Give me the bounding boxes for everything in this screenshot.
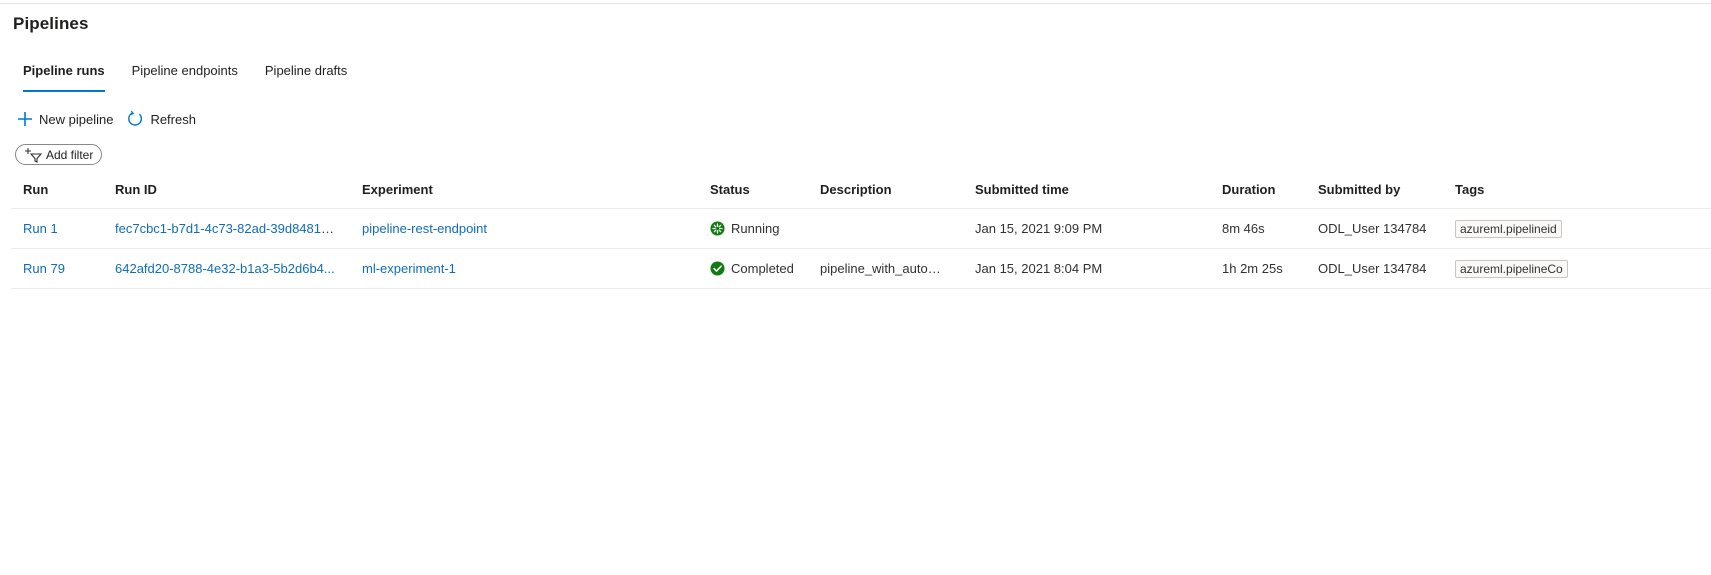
duration-cell: 8m 46s	[1210, 208, 1306, 249]
add-filter-icon	[25, 147, 43, 163]
column-header-run[interactable]: Run	[11, 170, 103, 209]
page-title: Pipelines	[13, 14, 89, 33]
description-cell	[808, 208, 963, 249]
check-circle-icon	[710, 261, 725, 276]
status-label: Completed	[731, 261, 794, 276]
description-cell: pipeline_with_automlst...	[808, 248, 963, 289]
pipelines-page: Pipelines Pipeline runs Pipeline endpoin…	[0, 0, 1711, 575]
run-link[interactable]: Run 1	[23, 221, 58, 236]
tab-pipeline-drafts[interactable]: Pipeline drafts	[258, 60, 354, 92]
table-header-row: Run Run ID Experiment Status Description…	[11, 170, 1711, 209]
column-header-experiment[interactable]: Experiment	[350, 170, 698, 209]
running-status-icon	[710, 221, 725, 236]
submitted-time-cell: Jan 15, 2021 9:09 PM	[963, 208, 1210, 249]
tab-list: Pipeline runs Pipeline endpoints Pipelin…	[16, 60, 367, 92]
table-row[interactable]: Run 79 642afd20-8788-4e32-b1a3-5b2d6b4..…	[11, 248, 1711, 289]
tag-chip[interactable]: azureml.pipelineCo	[1455, 259, 1568, 278]
submitted-by-cell: ODL_User 134784	[1306, 248, 1443, 289]
run-link[interactable]: Run 79	[23, 261, 65, 276]
pipeline-runs-table: Run Run ID Experiment Status Description…	[11, 170, 1711, 289]
status-cell: Completed	[710, 261, 796, 276]
top-divider	[0, 3, 1711, 4]
column-header-run-id[interactable]: Run ID	[103, 170, 350, 209]
table-row[interactable]: Run 1 fec7cbc1-b7d1-4c73-82ad-39d8481ef.…	[11, 208, 1711, 249]
status-label: Running	[731, 221, 780, 236]
experiment-link[interactable]: ml-experiment-1	[362, 261, 456, 276]
run-id-link[interactable]: 642afd20-8788-4e32-b1a3-5b2d6b4...	[115, 261, 335, 276]
refresh-button[interactable]: Refresh	[126, 110, 196, 128]
tab-pipeline-runs[interactable]: Pipeline runs	[16, 60, 112, 92]
column-header-duration[interactable]: Duration	[1210, 170, 1306, 209]
submitted-by-cell: ODL_User 134784	[1306, 208, 1443, 249]
status-cell: Running	[710, 221, 796, 236]
new-pipeline-label: New pipeline	[39, 111, 114, 127]
duration-cell: 1h 2m 25s	[1210, 248, 1306, 289]
column-header-status[interactable]: Status	[698, 170, 808, 209]
new-pipeline-button[interactable]: New pipeline	[17, 111, 113, 127]
add-filter-button[interactable]: Add filter	[15, 144, 103, 165]
column-header-description[interactable]: Description	[808, 170, 963, 209]
command-bar: New pipeline Refresh	[17, 109, 209, 129]
refresh-label: Refresh	[150, 111, 196, 127]
submitted-time-cell: Jan 15, 2021 8:04 PM	[963, 248, 1210, 289]
experiment-link[interactable]: pipeline-rest-endpoint	[362, 221, 487, 236]
tab-pipeline-endpoints[interactable]: Pipeline endpoints	[125, 60, 245, 92]
run-id-link[interactable]: fec7cbc1-b7d1-4c73-82ad-39d8481ef...	[115, 221, 343, 236]
plus-icon	[18, 112, 32, 126]
refresh-icon	[128, 110, 143, 126]
tag-chip[interactable]: azureml.pipelineid	[1455, 219, 1562, 238]
add-filter-label: Add filter	[46, 147, 94, 162]
column-header-submitted-time[interactable]: Submitted time	[963, 170, 1210, 209]
column-header-submitted-by[interactable]: Submitted by	[1306, 170, 1443, 209]
column-header-tags[interactable]: Tags	[1443, 170, 1711, 209]
